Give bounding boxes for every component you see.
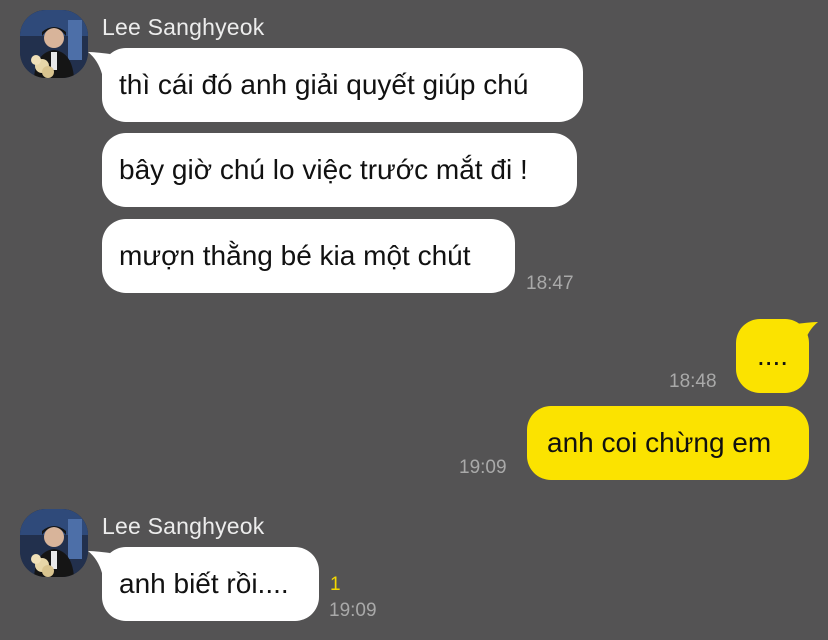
message-bubble[interactable]: anh biết rồi.... <box>102 547 319 621</box>
bubble-tail <box>796 322 818 344</box>
message-bubble[interactable]: mượn thằng bé kia một chút <box>102 219 515 293</box>
message-text: anh biết rồi.... <box>119 568 289 599</box>
sender-avatar[interactable] <box>20 10 88 78</box>
message-text: .... <box>756 340 789 371</box>
profile-photo-icon <box>20 10 88 78</box>
message-timestamp: 18:47 <box>526 273 574 294</box>
sender-name: Lee Sanghyeok <box>102 14 265 40</box>
message-bubble[interactable]: bây giờ chú lo việc trước mắt đi ! <box>102 133 577 207</box>
message-text: thì cái đó anh giải quyết giúp chú <box>119 69 529 100</box>
profile-photo-icon <box>20 509 88 577</box>
sender-name: Lee Sanghyeok <box>102 513 265 539</box>
message-bubble[interactable]: anh coi chừng em <box>527 406 809 480</box>
sender-avatar[interactable] <box>20 509 88 577</box>
message-timestamp: 18:48 <box>669 371 717 392</box>
message-text: anh coi chừng em <box>547 427 772 458</box>
message-text: mượn thằng bé kia một chút <box>119 240 471 271</box>
unread-count: 1 <box>330 574 341 595</box>
message-timestamp: 19:09 <box>329 600 377 621</box>
message-text: bây giờ chú lo việc trước mắt đi ! <box>119 154 528 185</box>
message-bubble[interactable]: thì cái đó anh giải quyết giúp chú <box>102 48 583 122</box>
message-timestamp: 19:09 <box>459 457 507 478</box>
